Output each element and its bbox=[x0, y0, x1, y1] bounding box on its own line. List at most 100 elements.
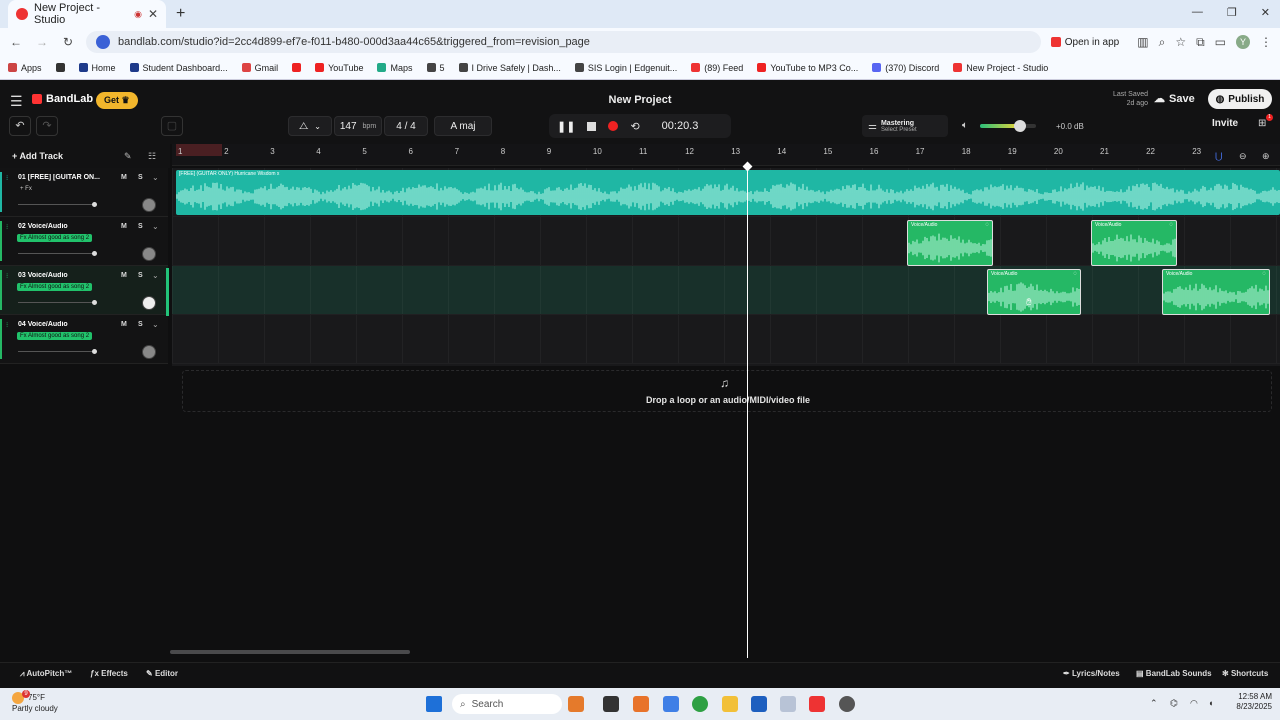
open-in-app-button[interactable]: Open in app bbox=[1050, 37, 1119, 48]
track-volume-slider[interactable] bbox=[18, 302, 94, 303]
windows-start-icon[interactable] bbox=[426, 696, 442, 712]
track-header-3[interactable]: ⁝ 03 Voice/Audio M S ⌄ Fx Almost good as… bbox=[0, 266, 168, 315]
copilot-icon[interactable] bbox=[663, 696, 679, 712]
track-drag-handle-icon[interactable]: ⁝ bbox=[6, 272, 8, 280]
file-explorer-icon[interactable] bbox=[722, 696, 738, 712]
tab-studio[interactable]: New Project - Studio ◉ ✕ bbox=[8, 0, 166, 28]
app-a-icon[interactable] bbox=[633, 696, 649, 712]
app-icon[interactable] bbox=[839, 696, 855, 712]
mastering-button[interactable]: ⚌ Mastering Select Preset bbox=[862, 115, 948, 137]
pan-knob[interactable] bbox=[142, 345, 156, 359]
bookmark-youtube-mp3[interactable]: YouTube to MP3 Co... bbox=[757, 63, 858, 73]
back-icon[interactable]: ← bbox=[8, 35, 24, 49]
maximize-icon[interactable]: ❐ bbox=[1227, 6, 1237, 19]
save-button[interactable]: ☁ Save bbox=[1154, 92, 1195, 106]
bookmark-star-icon[interactable]: ☆ bbox=[1175, 35, 1186, 49]
weather-widget[interactable]: 75°F Partly cloudy bbox=[12, 692, 58, 714]
track-volume-knob[interactable] bbox=[92, 349, 97, 354]
track-volume-knob[interactable] bbox=[92, 202, 97, 207]
mute-button[interactable]: M bbox=[121, 321, 127, 328]
chevron-down-icon[interactable]: ⌄ bbox=[152, 222, 159, 231]
key-field[interactable]: A maj bbox=[434, 116, 492, 136]
tab-close-icon[interactable]: ✕ bbox=[148, 7, 158, 21]
bookmark-grid[interactable] bbox=[55, 63, 65, 72]
record-icon[interactable] bbox=[608, 121, 619, 131]
bandlab-logo[interactable]: BandLab bbox=[32, 93, 93, 105]
clip-loop-icon[interactable]: ◌ bbox=[1073, 271, 1077, 277]
solo-button[interactable]: S bbox=[138, 272, 143, 279]
shortcuts-button[interactable]: ✻ Shortcuts bbox=[1222, 669, 1268, 678]
solo-button[interactable]: S bbox=[138, 174, 143, 181]
fx-preset-badge[interactable]: Fx Almost good as song 2 bbox=[17, 234, 93, 242]
undo-button[interactable]: ↶ bbox=[9, 116, 31, 136]
bandlab-taskbar-icon[interactable] bbox=[809, 696, 825, 712]
mute-button[interactable]: M bbox=[121, 174, 127, 181]
lane-4[interactable] bbox=[172, 315, 1280, 364]
bookmark-feed[interactable]: (89) Feed bbox=[691, 63, 743, 73]
track-header-2[interactable]: ⁝ 02 Voice/Audio M S ⌄ Fx Almost good as… bbox=[0, 217, 168, 266]
clip-loop-icon[interactable]: ◌ bbox=[1262, 271, 1266, 277]
taskbar-clock[interactable]: 12:58 AM 8/23/2025 bbox=[1226, 692, 1272, 712]
master-volume-knob[interactable] bbox=[1014, 120, 1026, 132]
track-header-1[interactable]: ⁝ 01 [FREE] [GUITAR ON... M S ⌄ + Fx bbox=[0, 168, 168, 217]
track-header-4[interactable]: ⁝ 04 Voice/Audio M S ⌄ Fx Almost good as… bbox=[0, 315, 168, 364]
pan-knob[interactable] bbox=[142, 247, 156, 261]
app-icon[interactable] bbox=[780, 696, 796, 712]
speaker-icon[interactable]: 🔈︎ bbox=[962, 120, 968, 131]
clip-loop-icon[interactable]: ◌ bbox=[1169, 222, 1173, 228]
snap-magnet-icon[interactable]: ⋃ bbox=[1215, 151, 1222, 162]
pause-icon[interactable]: ❚❚ bbox=[557, 120, 575, 133]
track-volume-slider[interactable] bbox=[18, 253, 94, 254]
track-volume-slider[interactable] bbox=[18, 351, 94, 352]
chevron-down-icon[interactable]: ⌄ bbox=[152, 320, 159, 329]
lane-3[interactable] bbox=[172, 266, 1280, 315]
track-lanes[interactable]: [FREE] (GUITAR ONLY) Hurricane Wisdom x … bbox=[172, 168, 1280, 366]
forward-icon[interactable]: → bbox=[34, 35, 50, 49]
new-tab-icon[interactable]: + bbox=[176, 5, 185, 23]
track-volume-knob[interactable] bbox=[92, 251, 97, 256]
site-info-icon[interactable] bbox=[96, 35, 110, 49]
disabled-tool-button[interactable]: ▢ bbox=[161, 116, 183, 136]
tray-chevron-up-icon[interactable]: ⌃ bbox=[1150, 698, 1158, 709]
zoom-icon[interactable]: ⌕ bbox=[1159, 35, 1166, 50]
bookmark-discord[interactable]: (370) Discord bbox=[872, 63, 939, 73]
chevron-down-icon[interactable]: ⌄ bbox=[152, 173, 159, 182]
zoom-in-icon[interactable]: ⊕ bbox=[1262, 151, 1270, 162]
bookmark-youtube[interactable]: YouTube bbox=[315, 63, 363, 73]
track-drag-handle-icon[interactable]: ⁝ bbox=[6, 321, 8, 329]
profile-avatar[interactable]: Y bbox=[1236, 35, 1250, 49]
audio-clip-voice[interactable]: Voice/Audio ◌ bbox=[1162, 269, 1270, 315]
metronome-button[interactable]: ⧍ ⌄ bbox=[288, 116, 332, 136]
hamburger-menu-icon[interactable]: ☰ bbox=[10, 93, 23, 110]
audio-clip-guitar[interactable]: [FREE] (GUITAR ONLY) Hurricane Wisdom x bbox=[176, 170, 1280, 215]
solo-button[interactable]: S bbox=[138, 321, 143, 328]
widgets-icon[interactable] bbox=[568, 696, 584, 712]
playhead[interactable] bbox=[747, 166, 748, 658]
stop-icon[interactable] bbox=[587, 121, 597, 131]
volume-icon[interactable]: ◖ bbox=[1208, 698, 1213, 708]
chrome-icon[interactable] bbox=[692, 696, 708, 712]
taskbar-search[interactable]: ⌕ Search bbox=[452, 694, 562, 714]
bookmark-student-dashboard[interactable]: Student Dashboard... bbox=[129, 63, 228, 73]
invite-button[interactable]: Invite bbox=[1212, 118, 1238, 129]
bookmark-5[interactable]: 5 bbox=[426, 63, 445, 73]
store-icon[interactable] bbox=[751, 696, 767, 712]
loop-region[interactable] bbox=[176, 144, 222, 156]
minimize-icon[interactable]: — bbox=[1192, 6, 1203, 19]
track-name[interactable]: 04 Voice/Audio bbox=[18, 321, 106, 328]
lyrics-notes-button[interactable]: ✒ Lyrics/Notes bbox=[1063, 669, 1120, 678]
master-volume-slider[interactable] bbox=[980, 120, 1036, 132]
zoom-out-icon[interactable]: ⊖ bbox=[1239, 151, 1247, 162]
mute-button[interactable]: M bbox=[121, 223, 127, 230]
window-close-icon[interactable]: ✕ bbox=[1261, 6, 1270, 19]
project-title[interactable]: New Project bbox=[560, 94, 720, 106]
loop-icon[interactable]: ⟲ bbox=[630, 120, 639, 133]
redo-button[interactable]: ↷ bbox=[36, 116, 58, 136]
add-track-button[interactable]: + Add Track bbox=[12, 151, 63, 161]
bookmark-apps[interactable]: Apps bbox=[8, 63, 42, 73]
track-name[interactable]: 02 Voice/Audio bbox=[18, 223, 106, 230]
fx-preset-badge[interactable]: Fx Almost good as song 2 bbox=[17, 332, 93, 340]
horizontal-scrollbar[interactable] bbox=[170, 650, 410, 654]
solo-button[interactable]: S bbox=[138, 223, 143, 230]
get-membership-button[interactable]: Get ♛ bbox=[96, 92, 138, 109]
